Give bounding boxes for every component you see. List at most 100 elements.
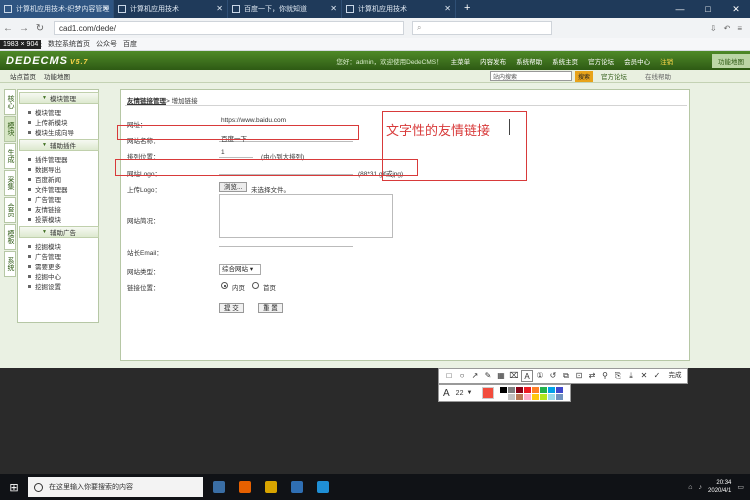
radio-inner-page[interactable]	[221, 282, 228, 289]
clock[interactable]: 20:34 2020/4/1	[708, 479, 731, 495]
color-swatch[interactable]	[540, 386, 548, 393]
submit-button[interactable]: 提 交	[219, 303, 244, 313]
translate-icon[interactable]: ⇄	[586, 370, 598, 382]
ocr-icon[interactable]: ⊡	[573, 370, 585, 382]
menu-item[interactable]: 插件管理器	[18, 154, 98, 164]
radio-home-page[interactable]	[252, 282, 259, 289]
url-input[interactable]: cad1.com/dede/	[54, 21, 404, 35]
close-window-button[interactable]: ✕	[722, 0, 750, 18]
color-swatch[interactable]	[556, 386, 564, 393]
browser-tab[interactable]: 计算机应用技术-织梦内容管理 ✕	[0, 0, 114, 18]
menu-item[interactable]: 挖掘设置	[18, 281, 98, 291]
menu-item[interactable]: 百度新闻	[18, 174, 98, 184]
bookmark-item[interactable]: 百度	[123, 39, 137, 49]
vtab-module[interactable]: 模块	[4, 116, 16, 142]
app-icon[interactable]	[291, 481, 303, 493]
color-swatch[interactable]	[516, 386, 524, 393]
taskbar-search-box[interactable]: 在这里输入你要搜索的内容	[28, 477, 203, 497]
color-swatch[interactable]	[500, 386, 508, 393]
vtab-collect[interactable]: 采集	[4, 170, 16, 196]
browser-tab[interactable]: 计算机应用技术 ✕	[114, 0, 228, 18]
number-icon[interactable]: ①	[534, 370, 546, 382]
arrow-icon[interactable]: ↗	[469, 370, 481, 382]
color-swatch[interactable]	[524, 393, 532, 400]
site-search-input[interactable]: 站内搜索	[490, 71, 572, 81]
browser-tab[interactable]: 百度一下，你就知道 ✕	[228, 0, 342, 18]
vtab-template[interactable]: 模板	[4, 224, 16, 250]
browser-tab[interactable]: 计算机应用技术 ✕	[342, 0, 456, 18]
topnav-item[interactable]: 主菜单	[451, 56, 471, 66]
menu-item[interactable]: 模块管理	[18, 107, 98, 117]
vtab-core[interactable]: 核心	[4, 89, 16, 115]
windows-start-icon[interactable]: ⊞	[0, 481, 28, 494]
menu-item[interactable]: 广告管理	[18, 194, 98, 204]
copy-icon[interactable]: ⧉	[560, 370, 572, 382]
download-icon[interactable]: ⤓	[625, 370, 637, 382]
volume-icon[interactable]: ♪	[699, 484, 703, 491]
close-icon[interactable]: ✕	[638, 370, 650, 382]
close-icon[interactable]: ✕	[102, 4, 109, 13]
menu-icon[interactable]: ≡	[737, 24, 742, 33]
menu-item-friendlink[interactable]: 友情链接	[18, 204, 98, 214]
browse-button[interactable]: 浏览...	[219, 182, 248, 192]
firefox-icon[interactable]	[239, 481, 251, 493]
forum-link[interactable]: 官方论坛	[601, 71, 627, 81]
menu-item[interactable]: 广告管理	[18, 251, 98, 261]
forward-button[interactable]: →	[16, 23, 32, 34]
undo-icon[interactable]: ↺	[547, 370, 559, 382]
help-link[interactable]: 在线帮助	[645, 71, 671, 81]
app-icon[interactable]	[317, 481, 329, 493]
logout-link[interactable]: 注销	[660, 56, 673, 66]
current-color-swatch[interactable]	[482, 387, 495, 399]
color-swatch[interactable]	[508, 386, 516, 393]
function-map-button[interactable]: 功能地图	[712, 53, 750, 68]
topnav-item[interactable]: 系统主页	[552, 56, 578, 66]
description-textarea[interactable]	[219, 194, 393, 238]
file-explorer-icon[interactable]	[265, 481, 277, 493]
vtab-system[interactable]: 系统	[4, 251, 16, 277]
close-icon[interactable]: ✕	[216, 4, 223, 13]
marker-icon[interactable]: ⌧	[508, 370, 520, 382]
menu-item[interactable]: 数据导出	[18, 164, 98, 174]
bookmark-item[interactable]: 公众号	[96, 39, 117, 49]
menu-item[interactable]: 挖掘中心	[18, 271, 98, 281]
site-search-button[interactable]: 搜索	[575, 70, 594, 82]
menu-section-header[interactable]: ▼ 模块管理	[19, 92, 99, 104]
function-map-link[interactable]: 功能地图	[44, 71, 70, 81]
network-icon[interactable]: ⌂	[688, 484, 692, 491]
menu-section-header[interactable]: ▼ 辅助插件	[19, 139, 99, 151]
check-icon[interactable]: ✓	[651, 370, 663, 382]
rectangle-icon[interactable]: □	[443, 370, 455, 382]
pin-icon[interactable]: ⚲	[599, 370, 611, 382]
minimize-button[interactable]: —	[666, 0, 694, 18]
color-swatch[interactable]	[540, 393, 548, 400]
color-swatch[interactable]	[556, 393, 564, 400]
color-swatch[interactable]	[532, 386, 540, 393]
refresh-button[interactable]: ↻	[32, 23, 48, 34]
topnav-item[interactable]: 官方论坛	[588, 56, 614, 66]
pen-icon[interactable]: ✎	[482, 370, 494, 382]
done-button[interactable]: 完成	[664, 370, 686, 382]
menu-section-header[interactable]: ▼ 辅助广告	[19, 226, 99, 238]
chevron-down-icon[interactable]: ▼	[466, 390, 472, 396]
menu-item[interactable]: 需要更多	[18, 261, 98, 271]
maximize-button[interactable]: □	[694, 0, 722, 18]
topnav-item[interactable]: 会员中心	[624, 56, 650, 66]
reset-button[interactable]: 重 置	[258, 303, 283, 313]
topnav-item[interactable]: 内容发布	[480, 56, 506, 66]
download-icon[interactable]: ⇩	[710, 24, 717, 33]
back-button[interactable]: ←	[0, 23, 16, 34]
new-tab-button[interactable]: +	[456, 0, 478, 18]
mosaic-icon[interactable]: ▦	[495, 370, 507, 382]
color-swatch[interactable]	[532, 393, 540, 400]
color-swatch[interactable]	[524, 386, 532, 393]
font-size-select[interactable]: 22	[456, 390, 464, 397]
color-swatch[interactable]	[500, 393, 508, 400]
email-field[interactable]	[219, 238, 353, 247]
breadcrumb-link[interactable]: 友情链接管理	[127, 98, 166, 105]
menu-item[interactable]: 投票模块	[18, 214, 98, 224]
close-icon[interactable]: ✕	[444, 4, 451, 13]
vtab-member[interactable]: 会员	[4, 197, 16, 223]
task-view-icon[interactable]	[213, 481, 225, 493]
text-icon[interactable]: A	[521, 370, 533, 382]
